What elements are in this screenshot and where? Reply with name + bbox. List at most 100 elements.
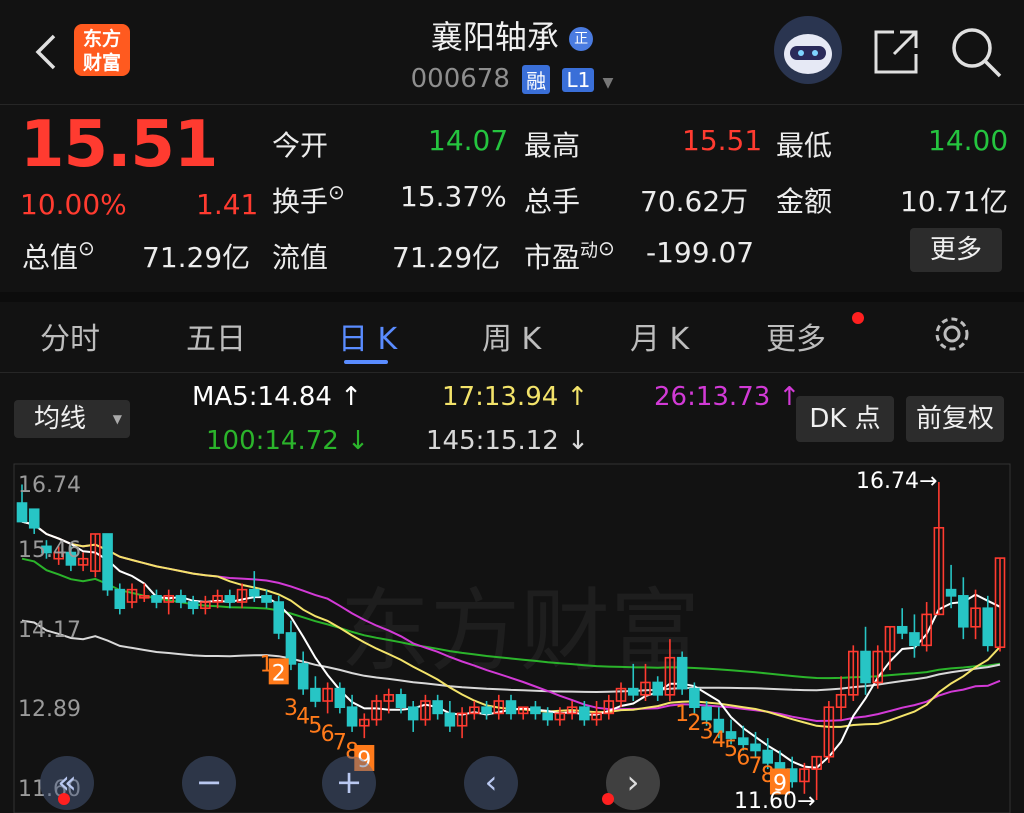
sequence-number: 2	[272, 661, 286, 686]
candle-body	[114, 588, 126, 610]
y-axis-label: 14.17	[18, 618, 81, 643]
volume-value: 70.62万	[640, 185, 749, 218]
y-axis-label: 15.46	[18, 538, 81, 563]
candle-body	[432, 700, 443, 715]
ma5-value: MA5:14.84 ↑	[192, 382, 363, 412]
pe-label[interactable]: 市盈动⊙	[524, 236, 615, 276]
turnover-value: 15.37%	[400, 180, 507, 213]
tab-daily-k[interactable]: 日 K	[338, 314, 397, 358]
marker-dot	[602, 793, 614, 805]
info-icon: ⊙	[598, 236, 615, 260]
chevron-down-icon: ▼	[602, 75, 614, 91]
mktcap-label-text: 总值	[22, 241, 79, 274]
gear-icon[interactable]	[932, 314, 972, 354]
last-price: 15.51	[20, 108, 218, 182]
active-tab-indicator	[344, 360, 388, 364]
ma145-value: 145:15.12 ↓	[426, 426, 589, 456]
kline-chart[interactable]: 东方财富 123456789123456789 16.7415.4614.171…	[0, 462, 1024, 813]
turnover-label-text: 换手	[272, 185, 329, 218]
ma-select-label: 均线	[34, 404, 87, 434]
marker-dot	[58, 793, 70, 805]
divider	[0, 372, 1024, 373]
candle-body	[444, 712, 456, 727]
prev-button[interactable]: ‹	[464, 756, 518, 810]
candle-body	[273, 601, 285, 634]
search-icon[interactable]	[948, 24, 1004, 80]
candle-body	[958, 595, 969, 628]
candle-body	[481, 706, 492, 715]
candle-body	[175, 595, 187, 603]
candle-body	[346, 706, 358, 727]
float-label: 流值	[272, 241, 329, 274]
candle-body	[310, 687, 321, 702]
candle-body	[652, 681, 664, 696]
divider	[0, 104, 1024, 105]
candle-body	[860, 650, 871, 684]
candle-body	[750, 743, 761, 752]
pe-sup: 动	[580, 240, 599, 262]
tab-more[interactable]: 更多	[766, 314, 826, 358]
candle-body	[982, 607, 994, 647]
candle-body	[261, 595, 272, 603]
candle-body	[627, 687, 639, 696]
pe-value: -199.07	[646, 236, 755, 269]
candle-body	[737, 737, 749, 746]
candle-body	[407, 706, 419, 721]
zoom-in-button[interactable]: +	[322, 756, 376, 810]
ma26-value: 26:13.73 ↑	[654, 382, 801, 412]
candle-body	[774, 762, 786, 770]
open-label: 今开	[272, 129, 329, 162]
adjust-button[interactable]: 前复权	[906, 396, 1004, 442]
candle-body	[224, 595, 236, 603]
candle-body	[896, 625, 908, 634]
share-svg	[874, 30, 918, 74]
high-label: 最高	[524, 129, 581, 162]
level-badge: L1	[562, 67, 595, 92]
pe-label-text: 市盈	[524, 241, 581, 274]
volume-label: 总手	[524, 185, 581, 218]
tab-five-day[interactable]: 五日	[186, 314, 246, 358]
tab-monthly-k[interactable]: 月 K	[630, 314, 689, 358]
stock-code: 000678	[410, 64, 510, 94]
min-price-label: 11.60→	[734, 789, 815, 813]
candle-body	[945, 588, 957, 597]
y-axis-label: 16.74	[18, 473, 81, 498]
tab-weekly-k[interactable]: 周 K	[482, 314, 541, 358]
candle-body	[395, 694, 407, 708]
assistant-avatar[interactable]	[774, 16, 842, 84]
title-badge: 正	[569, 27, 594, 51]
mktcap-label[interactable]: 总值⊙	[22, 236, 95, 276]
robot-icon	[784, 34, 832, 74]
stock-name: 襄阳轴承	[430, 18, 559, 56]
candle-body	[334, 687, 346, 708]
candle-body	[530, 706, 541, 715]
y-axis-label: 12.89	[18, 697, 81, 722]
high-value: 15.51	[682, 124, 763, 157]
candle-body	[689, 687, 700, 708]
turnover-label[interactable]: 换手⊙	[272, 180, 345, 220]
candle-body	[909, 632, 920, 647]
ma-select[interactable]: 均线 ▼	[14, 400, 130, 438]
zoom-out-button[interactable]: −	[182, 756, 236, 810]
info-icon: ⊙	[78, 236, 95, 260]
candle-body	[16, 502, 28, 523]
candle-body	[297, 663, 309, 690]
candle-body	[151, 595, 162, 603]
share-icon[interactable]	[870, 26, 922, 78]
amount-label: 金额	[776, 185, 833, 218]
tab-intraday[interactable]: 分时	[40, 314, 100, 358]
more-quote-button[interactable]: 更多	[910, 228, 1002, 272]
candle-body	[187, 601, 199, 610]
next-button[interactable]: ›	[606, 756, 660, 810]
dropdown-arrow-icon: ▼	[112, 412, 122, 426]
gear-svg	[935, 317, 969, 351]
info-icon: ⊙	[328, 180, 345, 204]
dk-point-button[interactable]: DK 点	[796, 396, 894, 442]
search-svg	[952, 28, 1002, 78]
candle-body	[579, 706, 590, 721]
open-value: 14.07	[428, 124, 509, 157]
candle-body	[701, 706, 712, 721]
candle-body	[762, 749, 774, 764]
amount-value: 10.71亿	[900, 185, 1009, 218]
margin-badge: 融	[522, 65, 551, 94]
